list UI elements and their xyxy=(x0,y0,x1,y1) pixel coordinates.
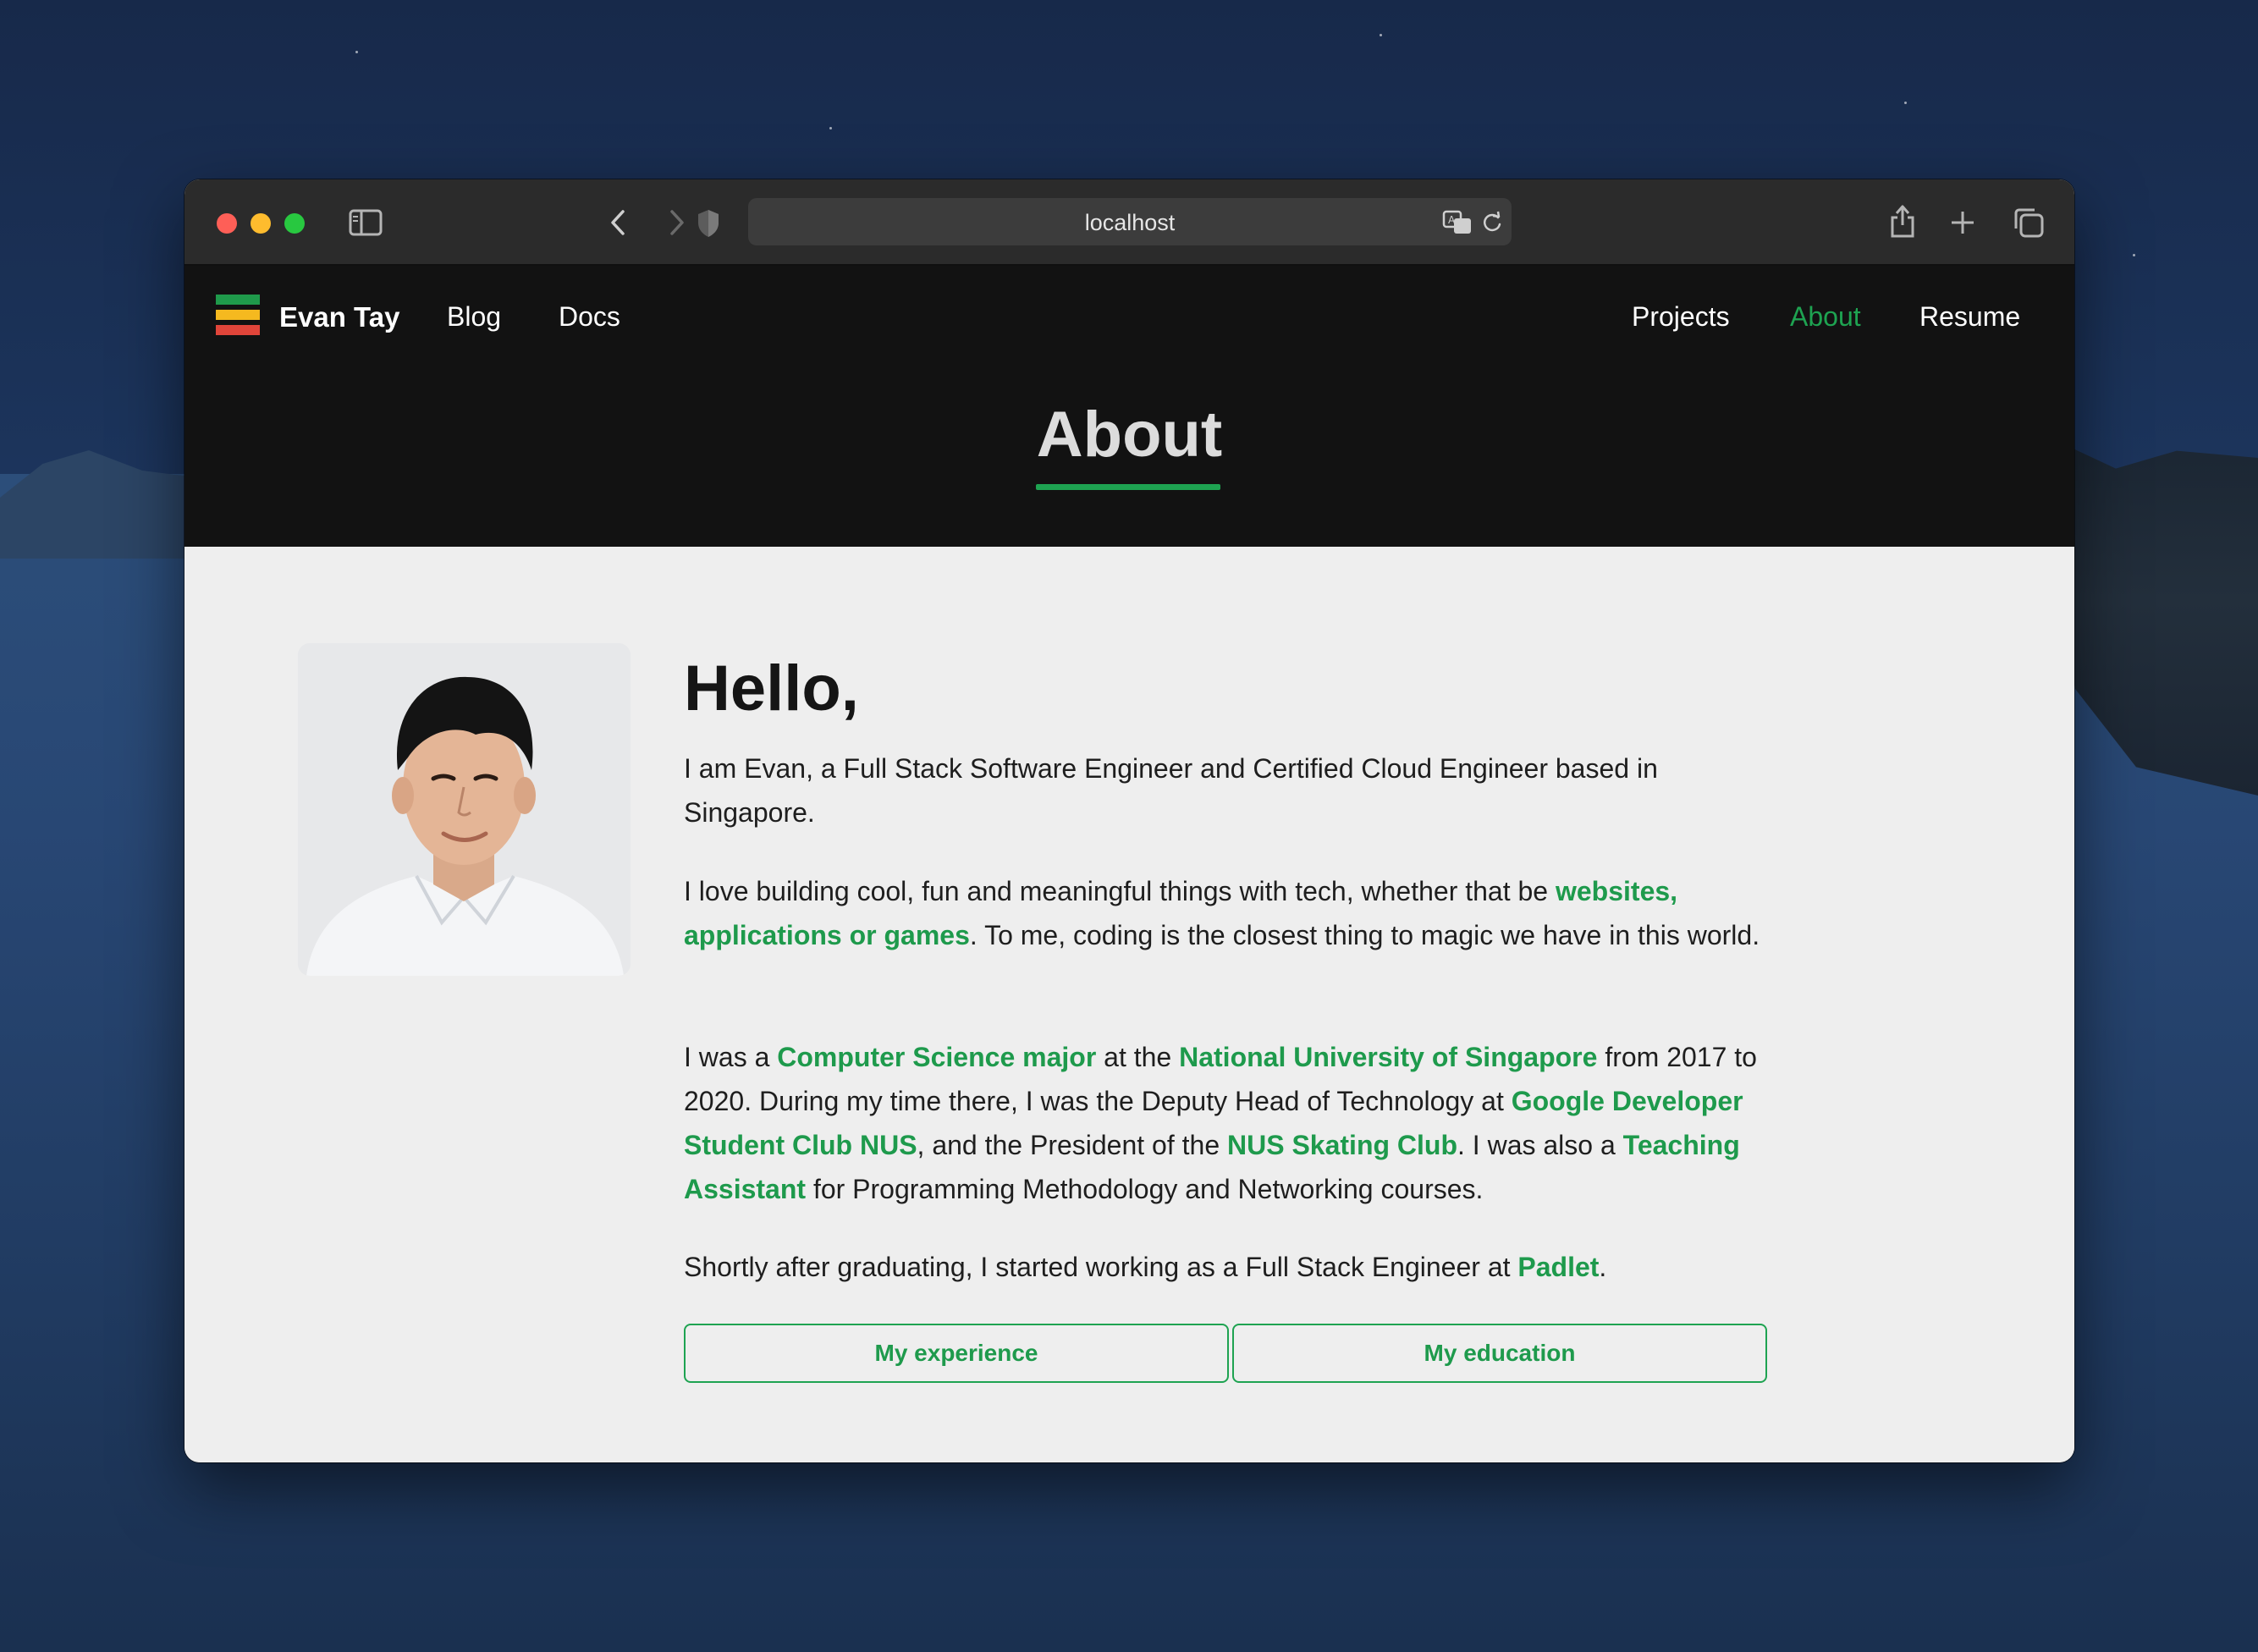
title-underline xyxy=(1036,484,1220,490)
nav-blog[interactable]: Blog xyxy=(447,301,501,333)
star xyxy=(2133,254,2135,256)
computer-science-link[interactable]: Computer Science major xyxy=(777,1042,1096,1072)
svg-text:A: A xyxy=(1448,214,1456,226)
education-paragraph: I was a Computer Science major at the Na… xyxy=(684,1042,1757,1204)
interests-paragraph: I love building cool, fun and meaningful… xyxy=(684,876,1760,950)
star xyxy=(829,127,832,129)
close-window-button[interactable] xyxy=(217,213,237,234)
site-header: Evan Tay Blog Docs Projects About Resume… xyxy=(184,266,2074,547)
profile-photo xyxy=(298,643,631,976)
translate-icon[interactable]: A xyxy=(1442,210,1474,235)
browser-window: localhost A Evan Tay Blog Docs Projects … xyxy=(184,179,2074,1462)
share-icon[interactable] xyxy=(1889,203,1916,239)
career-paragraph: Shortly after graduating, I started work… xyxy=(684,1252,1607,1282)
star xyxy=(1380,34,1382,36)
address-bar[interactable]: localhost A xyxy=(748,198,1512,245)
page-title: About xyxy=(1036,399,1223,471)
padlet-link[interactable]: Padlet xyxy=(1517,1252,1599,1282)
greeting-heading: Hello, xyxy=(684,653,859,724)
browser-toolbar: localhost A xyxy=(184,179,2074,266)
nus-link[interactable]: National University of Singapore xyxy=(1179,1042,1597,1072)
sidebar-icon[interactable] xyxy=(349,208,383,237)
forward-icon[interactable] xyxy=(667,208,687,237)
star xyxy=(1904,102,1907,104)
url-text: localhost xyxy=(1084,210,1176,235)
my-education-button[interactable]: My education xyxy=(1232,1324,1767,1383)
nav-docs[interactable]: Docs xyxy=(559,301,620,333)
zoom-window-button[interactable] xyxy=(284,213,305,234)
nav-resume[interactable]: Resume xyxy=(1919,301,2020,333)
nav-projects[interactable]: Projects xyxy=(1632,301,1730,333)
my-experience-button[interactable]: My experience xyxy=(684,1324,1229,1383)
back-icon[interactable] xyxy=(608,208,628,237)
intro-paragraph: I am Evan, a Full Stack Software Enginee… xyxy=(684,753,1658,828)
new-tab-icon[interactable] xyxy=(1950,210,1975,235)
tab-overview-icon[interactable] xyxy=(2013,206,2045,239)
star xyxy=(355,51,358,53)
minimize-window-button[interactable] xyxy=(251,213,271,234)
nav-about[interactable]: About xyxy=(1790,301,1861,333)
skating-club-link[interactable]: NUS Skating Club xyxy=(1227,1130,1457,1160)
privacy-shield-icon[interactable] xyxy=(696,208,721,239)
reload-icon[interactable] xyxy=(1481,211,1503,234)
site-logo[interactable] xyxy=(216,295,260,340)
brand-name[interactable]: Evan Tay xyxy=(279,301,399,333)
